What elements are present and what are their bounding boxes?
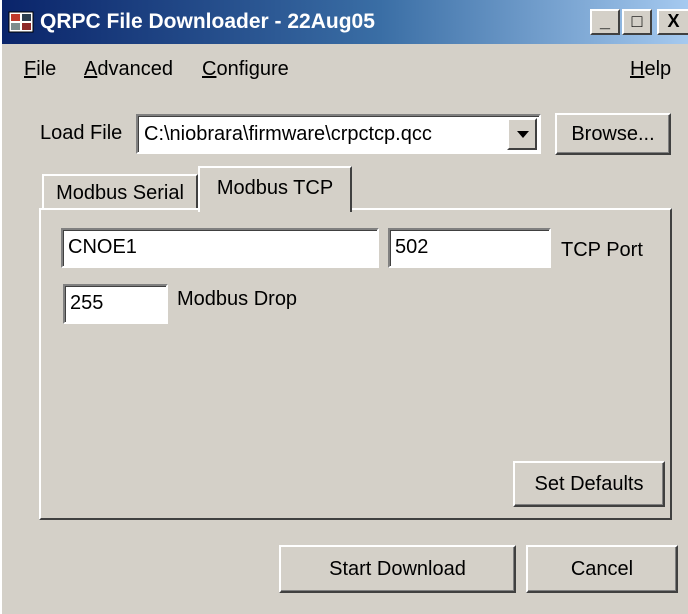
menu-file-rest: ile: [36, 58, 57, 80]
menu-configure[interactable]: Configure: [202, 58, 289, 81]
maximize-button[interactable]: □: [622, 9, 652, 35]
modbus-drop-field[interactable]: 255: [63, 284, 168, 324]
minimize-icon: _: [599, 11, 610, 31]
menu-advanced-accel: A: [84, 58, 98, 80]
start-download-button[interactable]: Start Download: [279, 545, 516, 593]
host-field[interactable]: CNOE1: [61, 228, 379, 268]
menu-file-accel: F: [24, 58, 37, 80]
window-title: QRPC File Downloader - 22Aug05: [40, 10, 375, 33]
load-file-label: Load File: [40, 122, 123, 144]
load-file-value[interactable]: C:\niobrara\firmware\crpctcp.qcc: [144, 123, 432, 146]
minimize-button[interactable]: _: [590, 9, 620, 35]
menu-help-rest: elp: [644, 58, 672, 80]
menu-help[interactable]: Help: [630, 58, 671, 81]
tab-modbus-tcp[interactable]: Modbus TCP: [198, 166, 352, 212]
menu-advanced[interactable]: Advanced: [84, 58, 173, 81]
modbus-drop-label: Modbus Drop: [177, 288, 298, 310]
chevron-down-icon[interactable]: [507, 118, 537, 150]
close-button[interactable]: X: [657, 9, 688, 35]
maximize-icon: □: [631, 11, 643, 31]
close-icon: X: [667, 11, 680, 31]
browse-button[interactable]: Browse...: [555, 113, 671, 155]
menu-bar: File Advanced Configure Help: [2, 50, 688, 90]
menu-file[interactable]: File: [24, 58, 56, 81]
tcp-port-label: TCP Port: [561, 239, 643, 261]
downloader-window: QRPC File Downloader - 22Aug05 _ □ X Fil…: [0, 0, 688, 614]
menu-help-accel: H: [630, 58, 645, 80]
tab-modbus-serial[interactable]: Modbus Serial: [42, 174, 198, 210]
cancel-button[interactable]: Cancel: [526, 545, 678, 593]
menu-configure-rest: onfigure: [216, 58, 289, 80]
tab-panel-modbus-tcp: CNOE1 502 TCP Port 255 Modbus Drop Set D…: [39, 208, 672, 520]
app-icon: [8, 11, 34, 33]
menu-advanced-rest: dvanced: [97, 58, 173, 80]
title-bar[interactable]: QRPC File Downloader - 22Aug05 _ □ X: [2, 0, 688, 44]
menu-configure-accel: C: [202, 58, 217, 80]
load-file-combo[interactable]: C:\niobrara\firmware\crpctcp.qcc: [136, 114, 541, 154]
tcp-port-field[interactable]: 502: [388, 228, 551, 268]
set-defaults-button[interactable]: Set Defaults: [513, 461, 665, 507]
